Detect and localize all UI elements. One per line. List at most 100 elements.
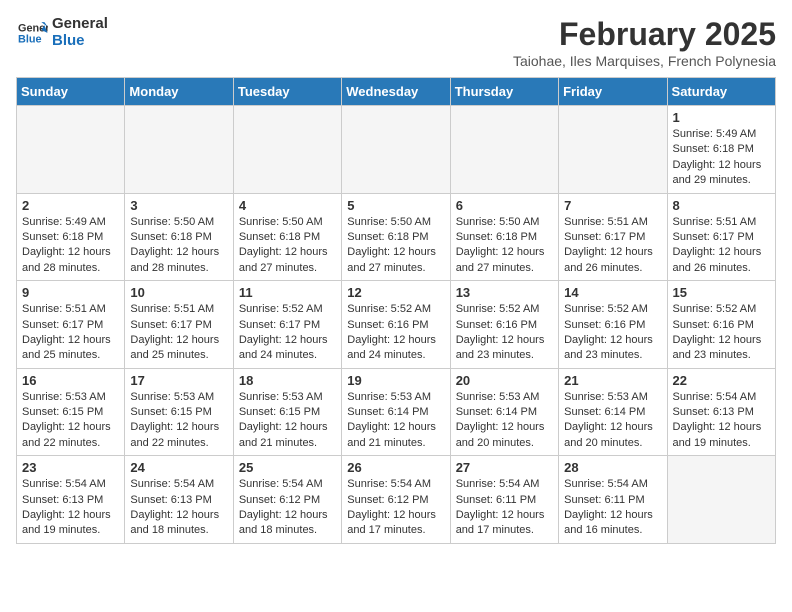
calendar-cell: 10 Sunrise: 5:51 AM Sunset: 6:17 PM Dayli…: [125, 281, 233, 369]
weekday-header-wednesday: Wednesday: [342, 78, 450, 106]
day-info: Sunrise: 5:53 AM Sunset: 6:14 PM Dayligh…: [564, 390, 661, 452]
day-info: Sunrise: 5:52 AM Sunset: 6:16 PM Dayligh…: [456, 302, 553, 364]
calendar-cell: 7Sunrise: 5:51 AM Sunset: 6:17 PM Daylig…: [559, 193, 667, 281]
day-number: 12: [347, 285, 444, 300]
day-info: Sunrise: 5:50 AM Sunset: 6:18 PM Dayligh…: [130, 215, 227, 277]
week-row-4: 16 Sunrise: 5:53 AM Sunset: 6:15 PM Dayli…: [17, 368, 776, 456]
day-number: 26: [347, 460, 444, 475]
day-number: 18: [239, 373, 336, 388]
day-info: Sunrise: 5:54 AM Sunset: 6:11 PM Dayligh…: [564, 477, 661, 539]
calendar-cell: [667, 456, 775, 544]
calendar-cell: 4 Sunrise: 5:50 AM Sunset: 6:18 PM Daylig…: [233, 193, 341, 281]
logo-blue: Blue: [52, 33, 108, 50]
calendar-cell: 19Sunrise: 5:53 AM Sunset: 6:14 PM Dayli…: [342, 368, 450, 456]
day-number: 27: [456, 460, 553, 475]
day-number: 24: [130, 460, 227, 475]
day-number: 11: [239, 285, 336, 300]
day-number: 16: [22, 373, 119, 388]
day-number: 10: [130, 285, 227, 300]
day-number: 23: [22, 460, 119, 475]
day-info: Sunrise: 5:53 AM Sunset: 6:15 PM Dayligh…: [239, 390, 336, 452]
svg-text:Blue: Blue: [18, 33, 42, 45]
day-info: Sunrise: 5:51 AM Sunset: 6:17 PM Dayligh…: [130, 302, 227, 364]
calendar-cell: 22 Sunrise: 5:54 AM Sunset: 6:13 PM Dayli…: [667, 368, 775, 456]
calendar-cell: 21 Sunrise: 5:53 AM Sunset: 6:14 PM Dayli…: [559, 368, 667, 456]
location: Taiohae, Iles Marquises, French Polynesi…: [513, 53, 776, 69]
calendar-cell: 12 Sunrise: 5:52 AM Sunset: 6:16 PM Dayli…: [342, 281, 450, 369]
calendar-cell: 5 Sunrise: 5:50 AM Sunset: 6:18 PM Daylig…: [342, 193, 450, 281]
day-info: Sunrise: 5:52 AM Sunset: 6:16 PM Dayligh…: [564, 302, 661, 364]
day-info: Sunrise: 5:54 AM Sunset: 6:13 PM Dayligh…: [130, 477, 227, 539]
calendar-cell: [125, 106, 233, 194]
calendar-cell: 14Sunrise: 5:52 AM Sunset: 6:16 PM Dayli…: [559, 281, 667, 369]
day-info: Sunrise: 5:53 AM Sunset: 6:14 PM Dayligh…: [347, 390, 444, 452]
day-info: Sunrise: 5:50 AM Sunset: 6:18 PM Dayligh…: [347, 215, 444, 277]
day-info: Sunrise: 5:54 AM Sunset: 6:13 PM Dayligh…: [673, 390, 770, 452]
day-info: Sunrise: 5:49 AM Sunset: 6:18 PM Dayligh…: [22, 215, 119, 277]
calendar-cell: [450, 106, 558, 194]
calendar-cell: 13Sunrise: 5:52 AM Sunset: 6:16 PM Dayli…: [450, 281, 558, 369]
day-number: 2: [22, 198, 119, 213]
day-number: 5: [347, 198, 444, 213]
day-info: Sunrise: 5:54 AM Sunset: 6:13 PM Dayligh…: [22, 477, 119, 539]
day-number: 21: [564, 373, 661, 388]
day-number: 4: [239, 198, 336, 213]
day-info: Sunrise: 5:52 AM Sunset: 6:16 PM Dayligh…: [347, 302, 444, 364]
calendar-cell: [559, 106, 667, 194]
weekday-header-monday: Monday: [125, 78, 233, 106]
calendar-cell: [342, 106, 450, 194]
day-info: Sunrise: 5:52 AM Sunset: 6:17 PM Dayligh…: [239, 302, 336, 364]
day-info: Sunrise: 5:54 AM Sunset: 6:12 PM Dayligh…: [239, 477, 336, 539]
week-row-5: 23 Sunrise: 5:54 AM Sunset: 6:13 PM Dayli…: [17, 456, 776, 544]
weekday-header-sunday: Sunday: [17, 78, 125, 106]
day-info: Sunrise: 5:51 AM Sunset: 6:17 PM Dayligh…: [673, 215, 770, 277]
calendar-cell: 26 Sunrise: 5:54 AM Sunset: 6:12 PM Dayli…: [342, 456, 450, 544]
weekday-header-friday: Friday: [559, 78, 667, 106]
day-number: 8: [673, 198, 770, 213]
day-number: 6: [456, 198, 553, 213]
calendar-cell: [233, 106, 341, 194]
day-info: Sunrise: 5:50 AM Sunset: 6:18 PM Dayligh…: [456, 215, 553, 277]
day-info: Sunrise: 5:53 AM Sunset: 6:15 PM Dayligh…: [130, 390, 227, 452]
calendar-cell: 15 Sunrise: 5:52 AM Sunset: 6:16 PM Dayli…: [667, 281, 775, 369]
weekday-header-saturday: Saturday: [667, 78, 775, 106]
week-row-2: 2 Sunrise: 5:49 AM Sunset: 6:18 PM Daylig…: [17, 193, 776, 281]
day-number: 17: [130, 373, 227, 388]
calendar-cell: 8 Sunrise: 5:51 AM Sunset: 6:17 PM Daylig…: [667, 193, 775, 281]
day-info: Sunrise: 5:53 AM Sunset: 6:14 PM Dayligh…: [456, 390, 553, 452]
day-info: Sunrise: 5:54 AM Sunset: 6:11 PM Dayligh…: [456, 477, 553, 539]
day-number: 25: [239, 460, 336, 475]
day-number: 22: [673, 373, 770, 388]
calendar-cell: [17, 106, 125, 194]
calendar: SundayMondayTuesdayWednesdayThursdayFrid…: [16, 77, 776, 544]
logo: General Blue General Blue: [16, 16, 108, 49]
calendar-cell: 23 Sunrise: 5:54 AM Sunset: 6:13 PM Dayli…: [17, 456, 125, 544]
day-number: 3: [130, 198, 227, 213]
weekday-header-row: SundayMondayTuesdayWednesdayThursdayFrid…: [17, 78, 776, 106]
calendar-cell: 28Sunrise: 5:54 AM Sunset: 6:11 PM Dayli…: [559, 456, 667, 544]
month-year: February 2025: [513, 16, 776, 53]
day-info: Sunrise: 5:49 AM Sunset: 6:18 PM Dayligh…: [673, 127, 770, 189]
day-info: Sunrise: 5:54 AM Sunset: 6:12 PM Dayligh…: [347, 477, 444, 539]
title-block: February 2025 Taiohae, Iles Marquises, F…: [513, 16, 776, 69]
calendar-cell: 18 Sunrise: 5:53 AM Sunset: 6:15 PM Dayli…: [233, 368, 341, 456]
calendar-cell: 3 Sunrise: 5:50 AM Sunset: 6:18 PM Daylig…: [125, 193, 233, 281]
calendar-cell: 17 Sunrise: 5:53 AM Sunset: 6:15 PM Dayli…: [125, 368, 233, 456]
weekday-header-thursday: Thursday: [450, 78, 558, 106]
day-info: Sunrise: 5:51 AM Sunset: 6:17 PM Dayligh…: [22, 302, 119, 364]
day-number: 7: [564, 198, 661, 213]
day-info: Sunrise: 5:50 AM Sunset: 6:18 PM Dayligh…: [239, 215, 336, 277]
day-number: 15: [673, 285, 770, 300]
calendar-cell: 20Sunrise: 5:53 AM Sunset: 6:14 PM Dayli…: [450, 368, 558, 456]
calendar-cell: 25 Sunrise: 5:54 AM Sunset: 6:12 PM Dayli…: [233, 456, 341, 544]
logo-general: General: [52, 16, 108, 33]
calendar-cell: 27 Sunrise: 5:54 AM Sunset: 6:11 PM Dayli…: [450, 456, 558, 544]
day-number: 1: [673, 110, 770, 125]
day-number: 9: [22, 285, 119, 300]
calendar-cell: 6 Sunrise: 5:50 AM Sunset: 6:18 PM Daylig…: [450, 193, 558, 281]
calendar-cell: 9 Sunrise: 5:51 AM Sunset: 6:17 PM Daylig…: [17, 281, 125, 369]
week-row-3: 9 Sunrise: 5:51 AM Sunset: 6:17 PM Daylig…: [17, 281, 776, 369]
week-row-1: 1 Sunrise: 5:49 AM Sunset: 6:18 PM Daylig…: [17, 106, 776, 194]
day-info: Sunrise: 5:52 AM Sunset: 6:16 PM Dayligh…: [673, 302, 770, 364]
weekday-header-tuesday: Tuesday: [233, 78, 341, 106]
